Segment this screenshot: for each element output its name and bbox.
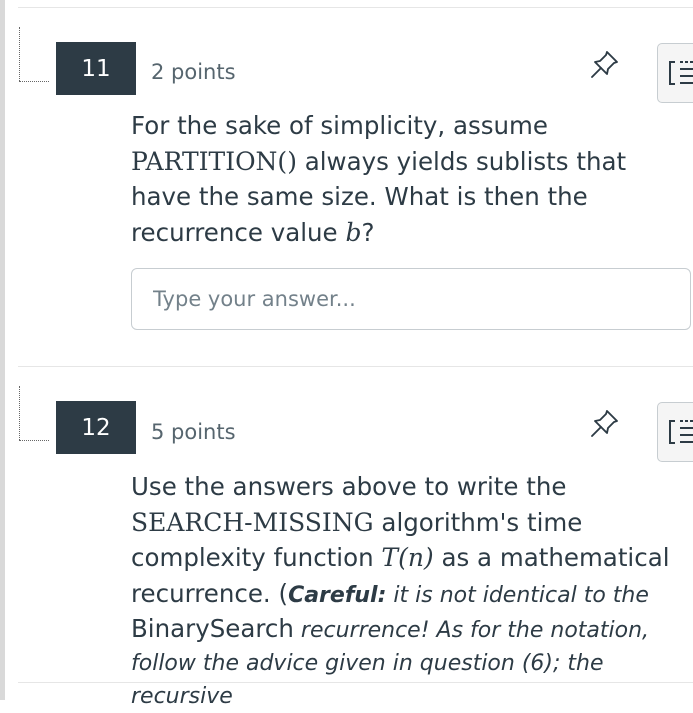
question-text-part: ? — [361, 217, 375, 247]
divider-bottom — [18, 682, 693, 683]
answer-input[interactable] — [131, 268, 691, 330]
question-text-part: algorithm's time — [373, 507, 583, 537]
question-flag-line — [19, 27, 20, 81]
question-text-line: BinarySearch recurrence! As for the nota… — [131, 612, 691, 647]
question-text-italic: recurrence! As for the notation, — [293, 617, 650, 643]
question-text-line: complexity function T(n) as a mathematic… — [131, 540, 691, 576]
question-number: 11 — [56, 42, 136, 95]
question-list-icon — [669, 420, 693, 444]
math-variable: b — [345, 217, 362, 247]
math-expression: SEARCH-MISSING — [131, 507, 374, 537]
pin-icon[interactable] — [588, 49, 620, 81]
question-number: 12 — [56, 401, 136, 454]
question-list-button[interactable] — [657, 43, 693, 103]
question-list-button[interactable] — [657, 402, 693, 462]
question-points: 2 points — [151, 60, 236, 84]
question-points: 5 points — [151, 420, 236, 444]
question-text-part: as a mathematical — [433, 543, 670, 572]
question-flag-line — [19, 386, 20, 440]
careful-label: Careful: — [288, 582, 387, 608]
question-text-line: Use the answers above to write the — [131, 472, 567, 501]
math-expression: PARTITION() — [131, 146, 297, 176]
question-text: Use the answers above to write the SEARC… — [131, 469, 691, 713]
question-text-part: complexity function — [131, 543, 382, 572]
question-flag-line-h — [19, 440, 49, 441]
question-list-icon — [669, 61, 693, 85]
divider-top — [18, 7, 693, 8]
question-text: For the sake of simplicity, assume PARTI… — [131, 108, 691, 250]
question-text-line: recurrence. (Careful: it is not identica… — [131, 576, 691, 612]
page-left-border — [0, 0, 5, 700]
question-text-part: BinarySearch — [131, 613, 294, 643]
question-text-part: For the sake of simplicity, assume — [131, 111, 548, 140]
divider-between-questions — [18, 366, 693, 367]
pin-icon[interactable] — [588, 408, 620, 440]
question-text-italic: it is not identical to the — [386, 582, 649, 608]
question-flag-line-h — [19, 81, 49, 82]
math-expression: T(n) — [381, 543, 434, 572]
question-text-line: SEARCH-MISSING algorithm's time — [131, 505, 691, 541]
question-text-part: recurrence. ( — [131, 578, 289, 608]
question-text-italic: follow the advice given in question (6);… — [131, 650, 604, 709]
